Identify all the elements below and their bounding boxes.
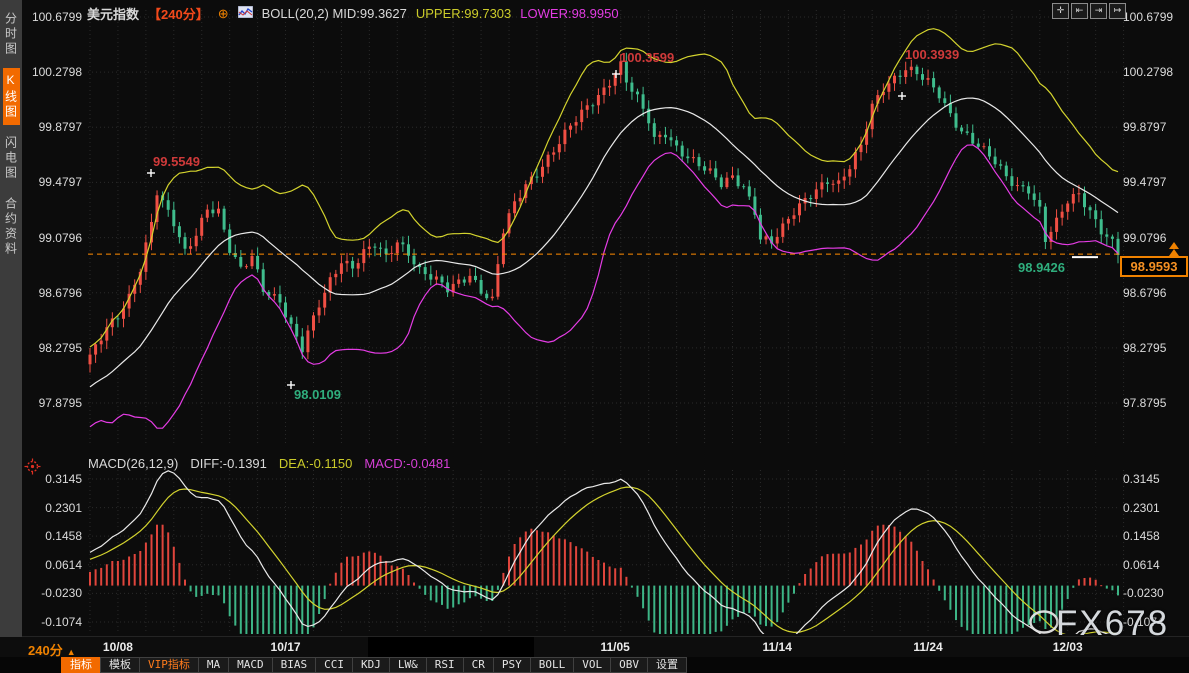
crosshair-icon[interactable]: ✛ [1052,3,1069,19]
price-tick-right-5: 98.6796 [1123,286,1166,300]
toolbar-spacer [0,657,62,673]
price-tick-left-5: 98.6796 [26,286,82,300]
current-price-box[interactable]: 98.9593 [1120,256,1188,277]
price-up-arrow-icon [1169,242,1179,249]
sidebar-tab-2[interactable]: 闪电图 [3,131,20,186]
date-label-3: 11/14 [763,640,792,654]
up-triangle-icon: ▲ [67,647,76,657]
price-tick-left-3: 99.4797 [26,175,82,189]
toolbar-item-14[interactable]: OBV [610,657,648,673]
price-tick-left-2: 99.8797 [26,120,82,134]
macd-header: MACD(26,12,9) DIFF:-0.1391 DEA:-0.1150 M… [88,456,450,471]
macd-tick-left-5: -0.1074 [26,615,82,629]
symbol-name: 美元指数 [87,4,139,23]
price-tick-left-6: 98.2795 [26,341,82,355]
y-axis-scale-icon[interactable]: ⇤ [1071,3,1088,19]
boll-lower-value: LOWER:98.9950 [520,6,618,21]
macd-dea-value: DEA:-0.1150 [279,456,352,471]
macd-tick-right-0: 0.3145 [1123,472,1160,486]
price-annotation-2: 100.3939 [905,47,959,62]
macd-tick-right-3: 0.0614 [1123,558,1160,572]
macd-tick-left-2: 0.1458 [26,529,82,543]
toolbar-item-8[interactable]: LW& [389,657,427,673]
price-tick-right-3: 99.4797 [1123,175,1166,189]
chart-header: 美元指数 【240分】 ⊕ BOLL(20,2) MID:99.3627 UPP… [87,4,619,23]
pan-right-icon[interactable]: ↦ [1109,3,1126,19]
price-tick-left-1: 100.2798 [26,65,82,79]
left-tab-bar: 分时图 K线图闪电图合约资料 [0,0,22,637]
toolbar-item-3[interactable]: MA [198,657,229,673]
price-tick-right-4: 99.0796 [1123,231,1166,245]
date-label-5: 12/03 [1053,640,1083,654]
price-annotation-4: 98.9426 [1018,260,1065,275]
macd-tick-right-4: -0.0230 [1123,586,1164,600]
toolbar-item-4[interactable]: MACD [228,657,273,673]
macd-tick-left-1: 0.2301 [26,501,82,515]
price-up-arrow-icon [1169,249,1179,256]
toolbar-item-9[interactable]: RSI [426,657,464,673]
toolbar-item-10[interactable]: CR [463,657,494,673]
toolbar-item-6[interactable]: CCI [315,657,353,673]
price-tick-right-0: 100.6799 [1123,10,1173,24]
macd-tick-right-1: 0.2301 [1123,501,1160,515]
chart-tool-buttons: ✛⇤⇥↦ [1052,3,1126,19]
indicator-toolbar: 指标模板VIP指标MAMACDBIASCCIKDJLW&RSICRPSYBOLL… [0,657,1189,673]
macd-tick-right-2: 0.1458 [1123,529,1160,543]
sidebar-tab-1[interactable]: K线图 [3,68,20,125]
chart-canvas[interactable] [0,0,1189,673]
boll-upper-value: UPPER:99.7303 [416,6,511,21]
sidebar-tab-0[interactable]: 分时图 [3,7,20,62]
price-tick-right-7: 97.8795 [1123,396,1166,410]
blackout-rect [368,637,534,658]
price-annotation-1: 100.3599 [620,50,674,65]
toolbar-item-13[interactable]: VOL [573,657,611,673]
boll-mid-value: BOLL(20,2) MID:99.3627 [262,6,407,21]
toolbar-item-7[interactable]: KDJ [352,657,390,673]
period-label[interactable]: 【240分】 [148,4,209,23]
macd-tick-right-5: -0.1074 [1123,615,1164,629]
date-label-2: 11/05 [600,640,629,654]
toolbar-item-1[interactable]: 模板 [100,657,140,673]
price-annotation-3: 98.0109 [294,387,341,402]
price-annotation-0: 99.5549 [153,154,200,169]
price-tick-right-6: 98.2795 [1123,341,1166,355]
price-tick-right-1: 100.2798 [1123,65,1173,79]
macd-name: MACD(26,12,9) [88,456,178,471]
date-label-0: 10/08 [103,640,133,654]
toolbar-item-2[interactable]: VIP指标 [139,657,199,673]
toolbar-item-0[interactable]: 指标 [61,657,101,673]
macd-tick-left-3: 0.0614 [26,558,82,572]
date-axis-row: 240分▲ 10/0810/1711/0511/1411/2412/03 [0,636,1189,658]
toolbar-item-12[interactable]: BOLL [530,657,575,673]
macd-tick-left-4: -0.0230 [26,586,82,600]
x-axis-scale-icon[interactable]: ⇥ [1090,3,1107,19]
toolbar-item-11[interactable]: PSY [493,657,531,673]
macd-diff-value: DIFF:-0.1391 [190,456,267,471]
date-label-1: 10/17 [271,640,301,654]
price-tick-right-2: 99.8797 [1123,120,1166,134]
price-tick-left-7: 97.8795 [26,396,82,410]
macd-macd-value: MACD:-0.0481 [364,456,450,471]
toolbar-item-15[interactable]: 设置 [647,657,687,673]
add-overlay-icon[interactable]: ⊕ [218,6,229,22]
target-icon[interactable] [24,458,41,480]
toolbar-item-5[interactable]: BIAS [272,657,317,673]
price-tick-left-4: 99.0796 [26,231,82,245]
date-label-4: 11/24 [913,640,942,654]
sidebar-tab-3[interactable]: 合约资料 [3,192,20,262]
trading-app-window: 分时图 K线图闪电图合约资料 美元指数 【240分】 ⊕ BOLL(20,2) M… [0,0,1189,673]
price-tick-left-0: 100.6799 [26,10,82,24]
mini-chart-icon[interactable] [238,6,253,21]
